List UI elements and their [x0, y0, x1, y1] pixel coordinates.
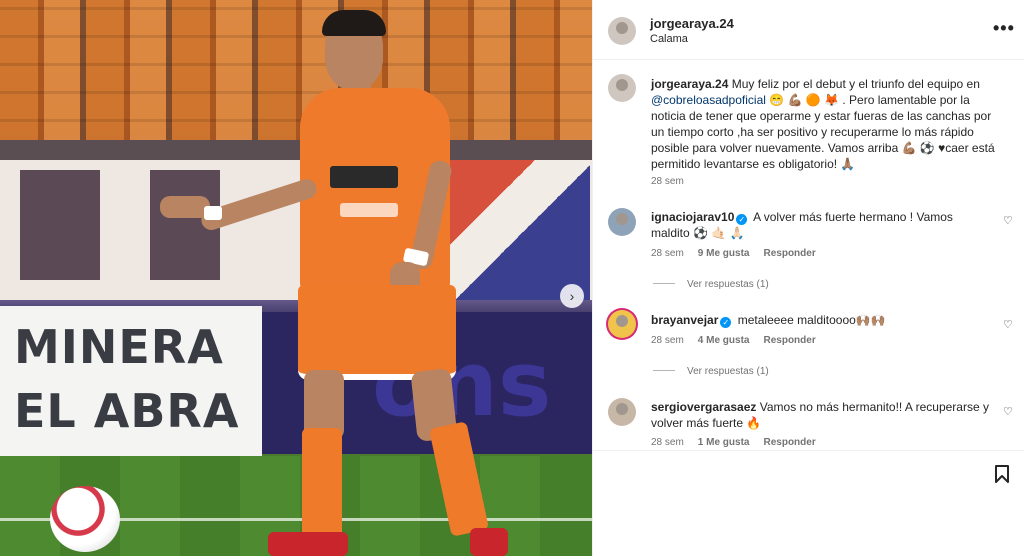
verified-badge-icon: ✓	[720, 317, 732, 328]
caption-username[interactable]: jorgearaya.24	[651, 77, 728, 91]
post-caption: jorgearaya.24 Muy feliz por el debut y e…	[651, 76, 1001, 172]
comment-text: metaleeee malditoooo🙌🏽🙌🏽	[737, 313, 886, 327]
view-replies-button[interactable]: Ver respuestas (1)	[653, 279, 769, 290]
comment-meta: 28 sem 4 Me gusta Responder	[651, 335, 830, 346]
comment-username[interactable]: brayanvejar	[651, 313, 718, 327]
post-location[interactable]: Calama	[650, 33, 688, 45]
post-photo[interactable]: MINERA EL ABRA ons ›	[0, 0, 592, 556]
player-figure	[0, 0, 592, 556]
comment-avatar[interactable]	[608, 208, 636, 236]
post-header: jorgearaya.24 Calama •••	[593, 0, 1024, 60]
caption-time[interactable]: 28 sem	[651, 176, 684, 187]
next-photo-button[interactable]: ›	[560, 284, 584, 308]
comment-meta: 28 sem 1 Me gusta Responder	[651, 437, 830, 448]
comment-username[interactable]: sergiovergarasaez	[651, 400, 756, 414]
soccer-ball	[50, 486, 120, 552]
comment-time[interactable]: 28 sem	[651, 437, 684, 448]
comment-username[interactable]: ignaciojarav10	[651, 210, 734, 224]
comment-time[interactable]: 28 sem	[651, 248, 684, 259]
view-replies-label: Ver respuestas (1)	[687, 279, 769, 290]
heart-icon[interactable]: ♡	[1003, 318, 1013, 331]
reply-button[interactable]: Responder	[763, 437, 815, 448]
post-actions-bar	[593, 450, 1024, 556]
heart-icon[interactable]: ♡	[1003, 405, 1013, 418]
more-options-icon[interactable]: •••	[993, 18, 1015, 39]
view-replies-button[interactable]: Ver respuestas (1)	[653, 366, 769, 377]
verified-badge-icon: ✓	[736, 214, 748, 225]
bookmark-icon[interactable]	[995, 465, 1009, 483]
heart-icon[interactable]: ♡	[1003, 214, 1013, 227]
comment-item: ignaciojarav10 ✓ A volver más fuerte herm…	[651, 209, 991, 241]
caption-text-part1: Muy feliz por el debut y el triunfo del …	[728, 77, 980, 91]
comment-time[interactable]: 28 sem	[651, 335, 684, 346]
author-username[interactable]: jorgearaya.24	[650, 16, 734, 31]
comment-likes[interactable]: 1 Me gusta	[698, 437, 750, 448]
view-replies-label: Ver respuestas (1)	[687, 366, 769, 377]
comment-likes[interactable]: 9 Me gusta	[698, 248, 750, 259]
caption-mention-link[interactable]: @cobreloasadpoficial	[651, 93, 766, 107]
chevron-right-icon: ›	[569, 288, 575, 304]
comment-item: sergiovergarasaez Vamos no más hermanito…	[651, 399, 991, 431]
author-avatar[interactable]	[608, 17, 636, 45]
reply-button[interactable]: Responder	[763, 248, 815, 259]
caption-avatar[interactable]	[608, 74, 636, 102]
comment-avatar[interactable]	[608, 398, 636, 426]
comment-avatar[interactable]	[608, 310, 636, 338]
comment-likes[interactable]: 4 Me gusta	[698, 335, 750, 346]
post-sidebar: jorgearaya.24 Calama ••• jorgearaya.24 M…	[592, 0, 1024, 556]
comment-meta: 28 sem 9 Me gusta Responder	[651, 248, 830, 259]
reply-button[interactable]: Responder	[763, 335, 815, 346]
comment-item: brayanvejar ✓ metaleeee malditoooo🙌🏽🙌🏽	[651, 312, 991, 328]
caption-meta: 28 sem	[651, 176, 698, 187]
